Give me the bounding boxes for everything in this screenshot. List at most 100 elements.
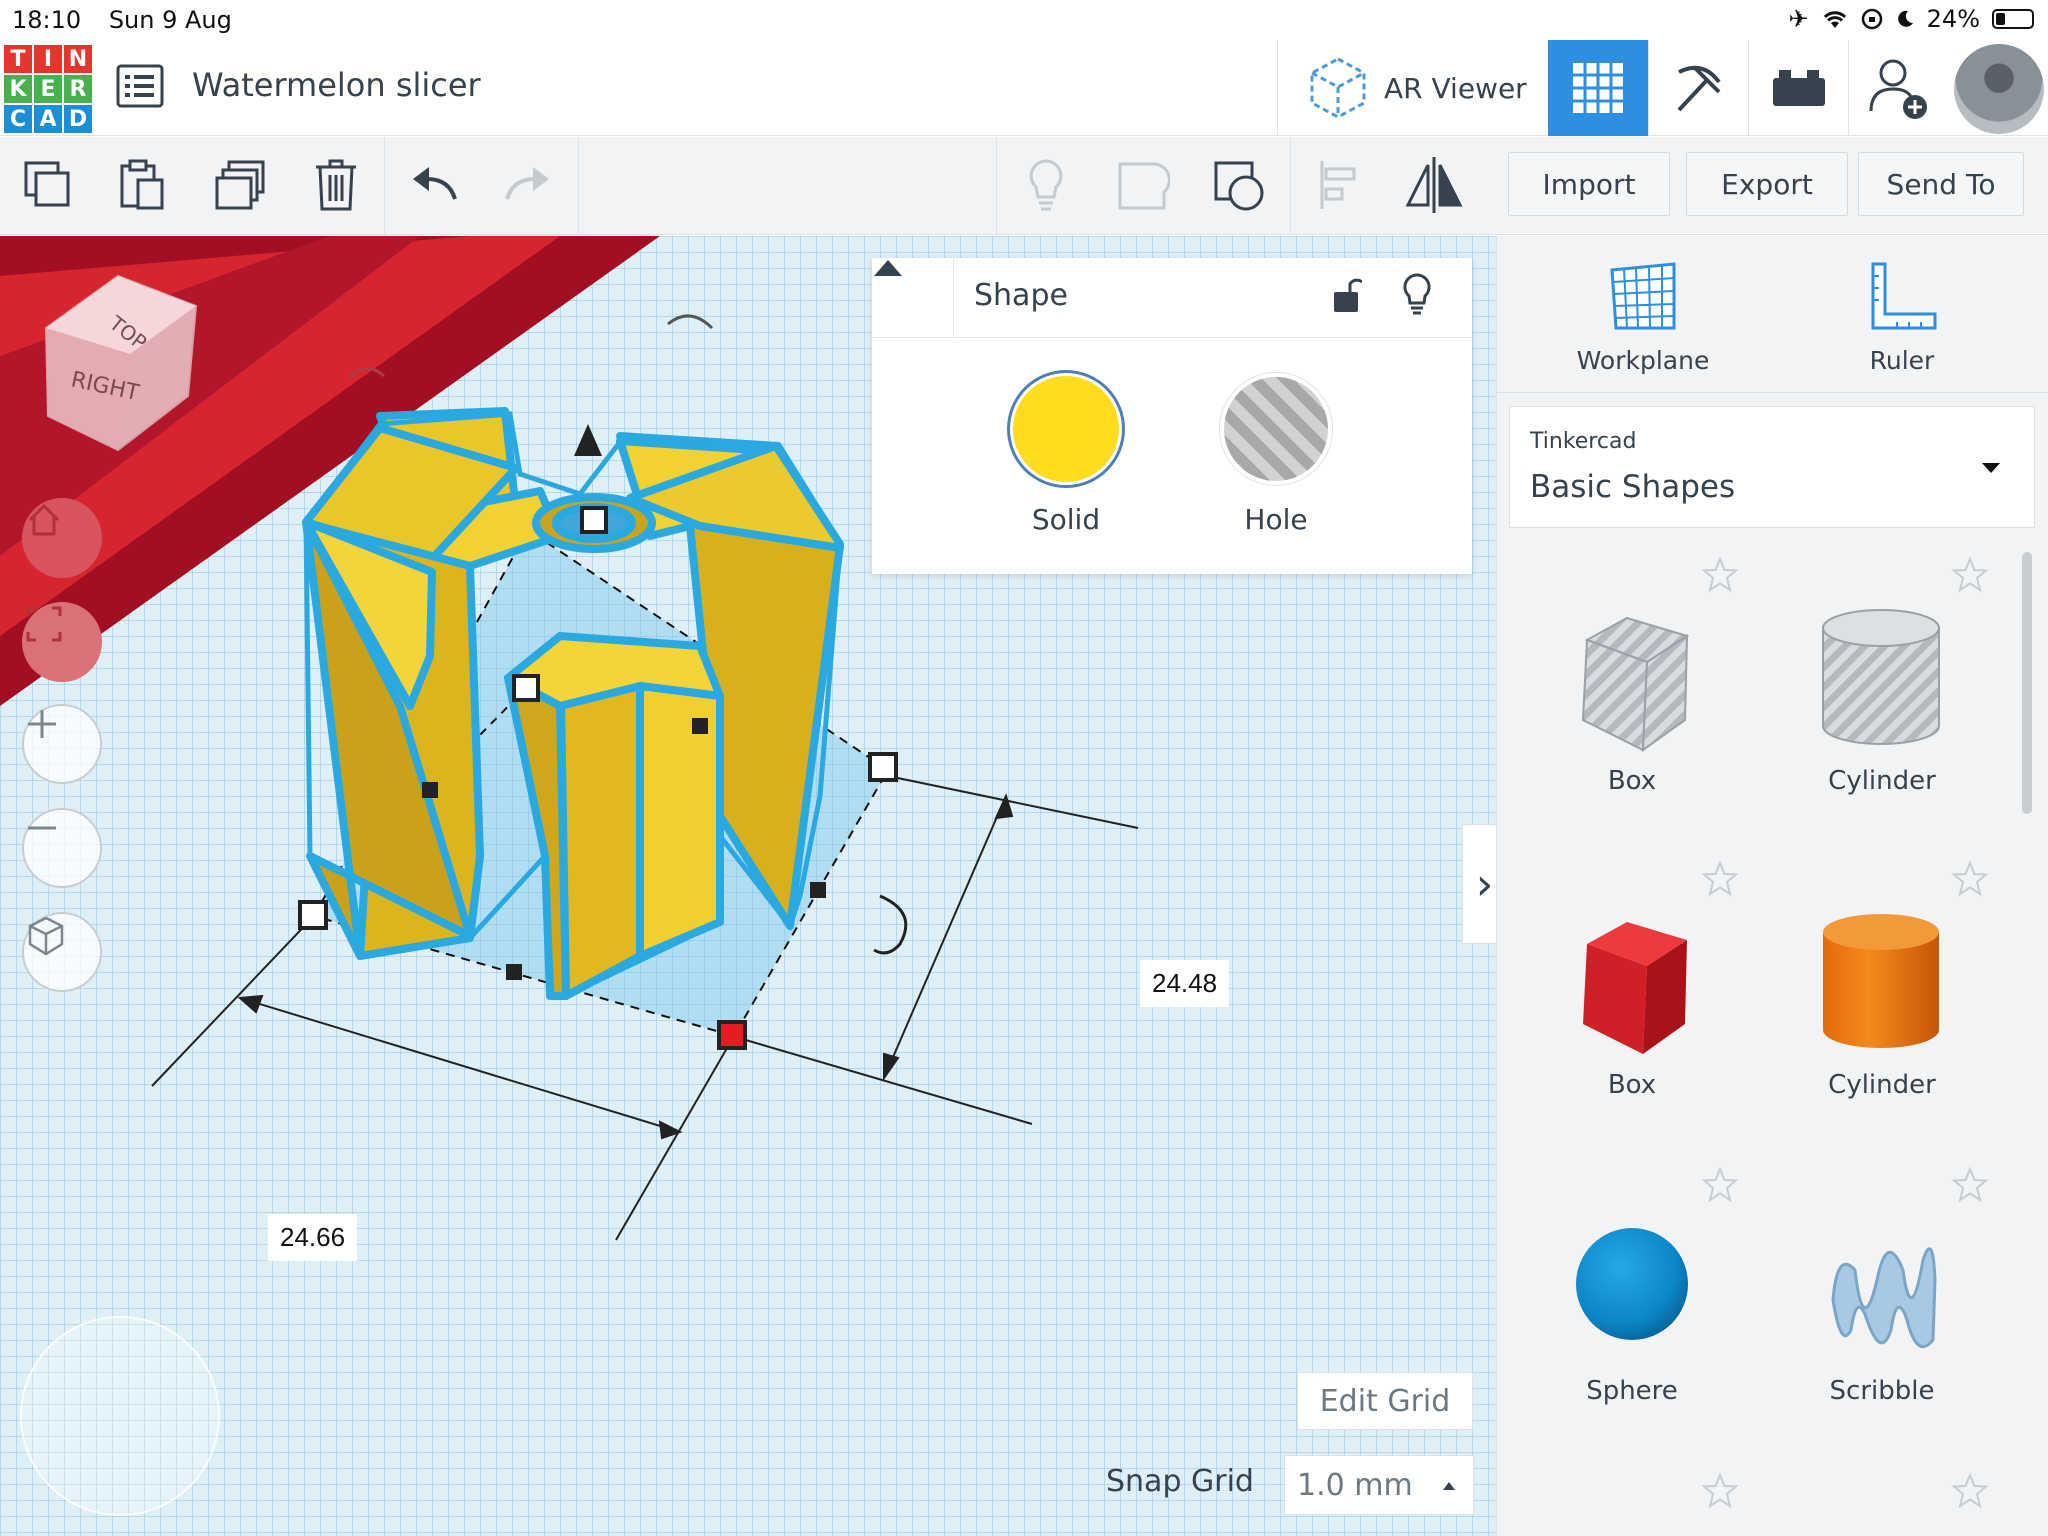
undo-button[interactable] (404, 155, 464, 215)
blocks-view-button[interactable] (1648, 40, 1748, 136)
lightbulb-icon (1029, 159, 1063, 211)
shape-box-hole[interactable]: Box (1507, 550, 1757, 850)
project-title[interactable]: Watermelon slicer (192, 66, 481, 104)
perspective-toggle-button[interactable] (22, 912, 102, 992)
ar-cube-icon (1310, 57, 1366, 119)
edge-handle[interactable] (810, 882, 826, 898)
shape-card-partial[interactable] (1507, 1466, 1757, 1536)
shapes-panel: Workplane Ruler Tinkercad Basic Shapes B… (1496, 236, 2048, 1536)
depth-dimension-label[interactable]: 24.48 (1140, 960, 1230, 1007)
minus-icon (28, 826, 56, 830)
edge-handle[interactable] (506, 964, 522, 980)
redo-icon (505, 167, 549, 200)
invite-user-button[interactable] (1848, 40, 1948, 136)
panel-collapse-toggle[interactable]: › (1462, 824, 1496, 944)
inspector-collapse-button[interactable] (872, 258, 954, 338)
snap-grid-value: 1.0 mm (1297, 1467, 1413, 1503)
logo-letter: C (4, 105, 32, 133)
shape-cylinder-hole[interactable]: Cylinder (1757, 550, 2007, 850)
shapes-grid: Box Cylinder Box Cylinder Sphere Scribbl… (1507, 550, 2027, 1536)
perspective-cube-icon (28, 916, 64, 956)
rotate-arrow-icon[interactable] (873, 894, 908, 955)
logo-letter: T (4, 45, 32, 73)
mirror-button[interactable] (1404, 155, 1464, 215)
import-button[interactable]: Import (1508, 152, 1670, 216)
star-icon[interactable] (1701, 1472, 1739, 1510)
delete-button[interactable] (306, 155, 366, 215)
3d-design-view-button[interactable] (1548, 40, 1648, 136)
solid-color-swatch[interactable] (1010, 373, 1122, 485)
group-icon (1118, 162, 1170, 210)
design-list-button[interactable] (116, 64, 164, 108)
redo-button[interactable] (498, 155, 558, 215)
star-icon[interactable] (1951, 556, 1989, 594)
shape-library-select[interactable]: Tinkercad Basic Shapes (1509, 406, 2035, 528)
shape-card-partial[interactable] (1757, 1466, 2007, 1536)
shape-box[interactable]: Box (1507, 854, 1757, 1154)
edit-toolbar: Import Export Send To (0, 137, 2048, 235)
rotate-arrow-icon[interactable] (667, 314, 714, 330)
star-icon[interactable] (1701, 556, 1739, 594)
hole-option[interactable]: Hole (1216, 373, 1336, 536)
ungroup-button[interactable] (1210, 155, 1270, 215)
corner-handle[interactable] (512, 674, 540, 702)
star-icon[interactable] (1951, 1166, 1989, 1204)
align-button[interactable] (1310, 155, 1370, 215)
ar-viewer-button[interactable]: AR Viewer (1277, 40, 1547, 136)
status-date: Sun 9 Aug (108, 6, 232, 34)
ar-viewer-label: AR Viewer (1384, 71, 1527, 105)
box-hole-icon (1581, 616, 1690, 753)
star-icon[interactable] (1701, 1166, 1739, 1204)
fit-view-button[interactable] (22, 602, 102, 682)
height-handle[interactable] (580, 506, 608, 534)
copy-button[interactable] (18, 155, 78, 215)
shape-label: Sphere (1586, 1376, 1678, 1406)
export-button[interactable]: Export (1686, 152, 1848, 216)
ruler-tool[interactable]: Ruler (1802, 262, 2002, 375)
duplicate-icon (215, 160, 265, 210)
shape-label: Cylinder (1828, 1070, 1936, 1100)
home-view-button[interactable] (22, 498, 102, 578)
library-name: Basic Shapes (1530, 469, 1736, 505)
send-to-button[interactable]: Send To (1858, 152, 2024, 216)
shape-scribble[interactable]: Scribble (1757, 1160, 2007, 1460)
star-icon[interactable] (1951, 860, 1989, 898)
shape-cylinder[interactable]: Cylinder (1757, 854, 2007, 1154)
moon-icon (1897, 10, 1913, 27)
bricks-view-button[interactable] (1748, 40, 1848, 136)
solid-option[interactable]: Solid (1006, 373, 1126, 536)
zoom-out-button[interactable] (22, 808, 102, 888)
snap-grid-select[interactable]: 1.0 mm (1284, 1455, 1474, 1515)
edge-handle[interactable] (422, 782, 438, 798)
lightbulb-icon (1403, 273, 1431, 315)
orbit-joystick[interactable] (20, 1316, 220, 1516)
edge-handle[interactable] (692, 718, 708, 734)
corner-handle-active[interactable] (717, 1020, 747, 1050)
width-dimension-label[interactable]: 24.66 (268, 1214, 358, 1261)
shape-sphere[interactable]: Sphere (1507, 1160, 1757, 1460)
show-all-button[interactable] (1016, 155, 1076, 215)
workplane-tool[interactable]: Workplane (1543, 262, 1743, 375)
workplane-canvas[interactable]: TOP RIGHT 24.48 24.66 Shape Solid Hole E… (0, 236, 1496, 1536)
pickaxe-icon (1677, 65, 1721, 112)
duplicate-button[interactable] (210, 155, 270, 215)
caret-up-icon (1443, 1482, 1455, 1490)
group-button[interactable] (1112, 155, 1172, 215)
paste-button[interactable] (112, 155, 172, 215)
hole-swatch[interactable] (1220, 373, 1332, 485)
lift-cone-handle[interactable] (574, 424, 602, 456)
edit-grid-button[interactable]: Edit Grid (1297, 1372, 1473, 1430)
star-icon[interactable] (1951, 1472, 1989, 1510)
ruler-label: Ruler (1869, 346, 1935, 375)
unlock-icon (1334, 278, 1362, 312)
corner-handle[interactable] (868, 752, 898, 782)
hole-label: Hole (1244, 503, 1308, 536)
shapes-scrollbar[interactable] (2022, 552, 2032, 814)
user-avatar[interactable] (1954, 44, 2044, 134)
list-icon (116, 64, 164, 108)
zoom-in-button[interactable] (22, 704, 102, 784)
add-user-icon (1869, 59, 1927, 119)
star-icon[interactable] (1701, 860, 1739, 898)
tinkercad-logo[interactable]: TIN KER CAD (4, 45, 92, 133)
corner-handle[interactable] (298, 900, 328, 930)
